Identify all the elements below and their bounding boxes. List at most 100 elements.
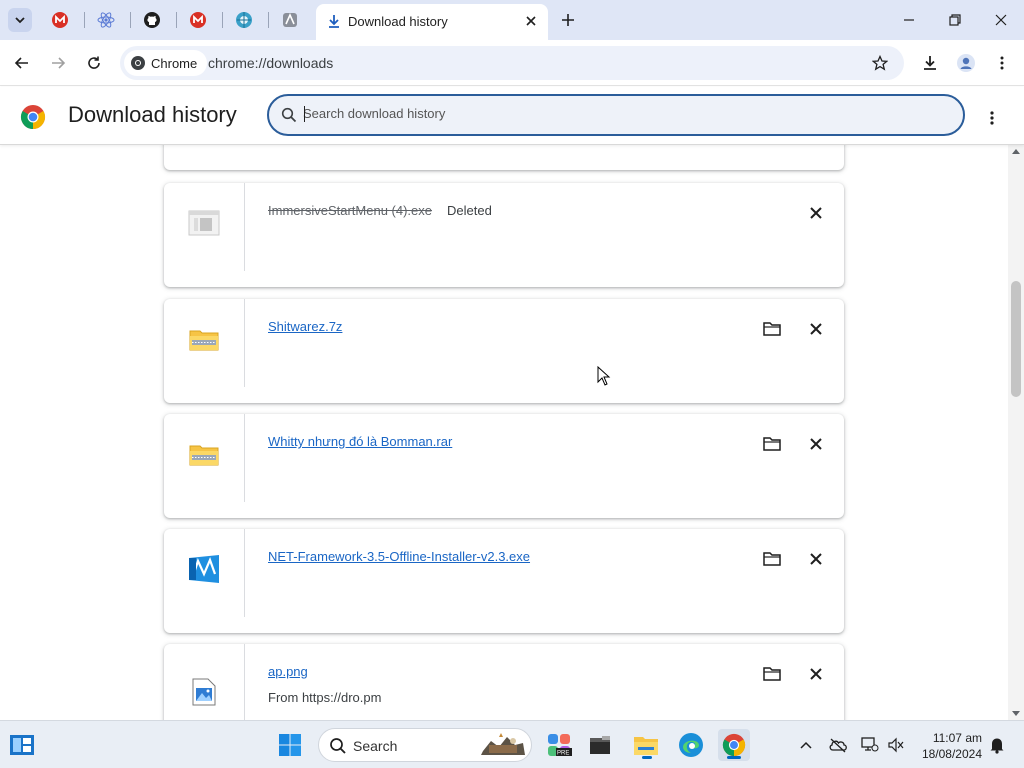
url-text[interactable]: chrome://downloads [208, 55, 333, 71]
downloads-button[interactable] [916, 49, 944, 77]
show-in-folder-button[interactable] [760, 547, 784, 571]
remove-from-list-button[interactable] [804, 201, 828, 225]
back-button[interactable] [8, 49, 36, 77]
reload-button[interactable] [80, 49, 108, 77]
show-hidden-icons-button[interactable] [796, 735, 816, 755]
search-downloads[interactable] [267, 94, 965, 136]
show-in-folder-button[interactable] [760, 317, 784, 341]
download-status: Deleted [447, 203, 492, 218]
site-info-chip[interactable]: Chrome [124, 50, 208, 76]
show-in-folder-button[interactable] [760, 662, 784, 686]
pinned-tab-react[interactable] [86, 6, 126, 34]
scroll-up-arrow-icon[interactable] [1012, 148, 1020, 154]
downloads-menu-button[interactable] [980, 106, 1004, 130]
file-explorer-button[interactable] [630, 729, 662, 761]
scroll-down-arrow-icon[interactable] [1012, 711, 1020, 717]
volume-tray[interactable] [886, 735, 906, 755]
notifications-button[interactable] [987, 735, 1007, 755]
file-name-link[interactable]: Shitwarez.7z [268, 319, 342, 334]
arrow-left-icon [14, 57, 28, 69]
taskbar-search[interactable]: Search [318, 728, 532, 762]
divider [244, 183, 245, 271]
browser-menu-button[interactable] [988, 49, 1016, 77]
folder-icon [763, 552, 781, 566]
edge-icon [679, 733, 703, 757]
clock-date: 18/08/2024 [921, 747, 982, 761]
file-icon-column [164, 414, 245, 518]
forward-button[interactable] [44, 49, 72, 77]
tab-strip: Download history [0, 0, 1024, 40]
download-card: Whitty nhưng đó là Bomman.rar [164, 414, 844, 518]
remove-from-list-button[interactable] [804, 662, 828, 686]
remove-from-list-button[interactable] [804, 317, 828, 341]
tab-search-button[interactable] [8, 8, 32, 32]
file-explorer-icon [634, 737, 658, 755]
more-vertical-icon [990, 111, 994, 125]
file-name-link[interactable]: ap.png [268, 664, 308, 679]
close-icon [995, 14, 1007, 26]
text-caret [304, 106, 305, 122]
restore-button[interactable] [932, 0, 978, 40]
edge-button[interactable] [675, 729, 707, 761]
minimize-button[interactable] [886, 0, 932, 40]
file-icon-column [164, 183, 245, 287]
file-name-link[interactable]: NET-Framework-3.5-Offline-Installer-v2.3… [268, 549, 530, 564]
cloud-off-icon [829, 738, 847, 753]
star-icon [872, 55, 888, 71]
start-button[interactable] [274, 729, 306, 761]
file-icon-column [164, 299, 245, 403]
pinned-tab-app[interactable] [270, 6, 310, 34]
pinned-tab-github[interactable] [132, 6, 172, 34]
close-icon [810, 553, 822, 565]
active-app-indicator [642, 756, 652, 759]
chevron-down-icon [15, 17, 25, 24]
onedrive-tray[interactable] [828, 735, 848, 755]
remove-from-list-button[interactable] [804, 432, 828, 456]
chrome-taskbar-button[interactable] [718, 729, 750, 761]
arrow-right-icon [52, 57, 66, 69]
avatar-icon [957, 54, 975, 72]
network-tray[interactable] [860, 735, 880, 755]
download-card-partial [164, 145, 844, 170]
plus-icon [562, 14, 574, 26]
chip-label: Chrome [151, 55, 198, 71]
github-icon [144, 12, 160, 28]
close-icon [810, 438, 822, 450]
page-scrollbar[interactable] [1008, 145, 1024, 720]
search-input[interactable] [303, 106, 903, 121]
scroll-thumb[interactable] [1011, 281, 1021, 397]
show-in-folder-button[interactable] [760, 432, 784, 456]
close-tab-button[interactable] [522, 12, 540, 30]
download-source: From https://dro.pm [268, 690, 382, 705]
pinned-tab-gmail-2[interactable] [178, 6, 218, 34]
tab-download-history[interactable]: Download history [316, 4, 548, 40]
widgets-button[interactable] [6, 729, 38, 761]
search-highlight-art-icon [481, 733, 525, 755]
clock-time: 11:07 am [932, 731, 982, 745]
file-name: ImmersiveStartMenu (4).exe [268, 203, 432, 218]
chevron-up-icon [800, 741, 812, 749]
new-tab-button[interactable] [556, 8, 580, 32]
globe-icon [236, 12, 252, 28]
file-name-link[interactable]: Whitty nhưng đó là Bomman.rar [268, 434, 452, 449]
pinned-tab-gmail[interactable] [40, 6, 80, 34]
chrome-logo-icon [20, 105, 46, 129]
close-icon [810, 668, 822, 680]
terminal-icon [590, 736, 610, 754]
system-clock[interactable]: 11:07 am 18/08/2024 [912, 730, 982, 762]
pinned-tab-web[interactable] [224, 6, 264, 34]
archive-icon [188, 438, 220, 470]
terminal-button[interactable] [584, 729, 616, 761]
copilot-icon: PRE [548, 734, 572, 757]
reload-icon [88, 56, 100, 69]
remove-from-list-button[interactable] [804, 547, 828, 571]
close-window-button[interactable] [978, 0, 1024, 40]
profile-button[interactable] [952, 49, 980, 77]
copilot-button[interactable]: PRE [543, 729, 575, 761]
chrome-icon [722, 733, 746, 757]
folder-icon [763, 322, 781, 336]
app-icon [283, 13, 297, 27]
browser-toolbar: Chrome chrome://downloads [0, 40, 1024, 86]
bookmark-button[interactable] [870, 53, 890, 73]
address-bar[interactable]: Chrome chrome://downloads [120, 46, 904, 80]
